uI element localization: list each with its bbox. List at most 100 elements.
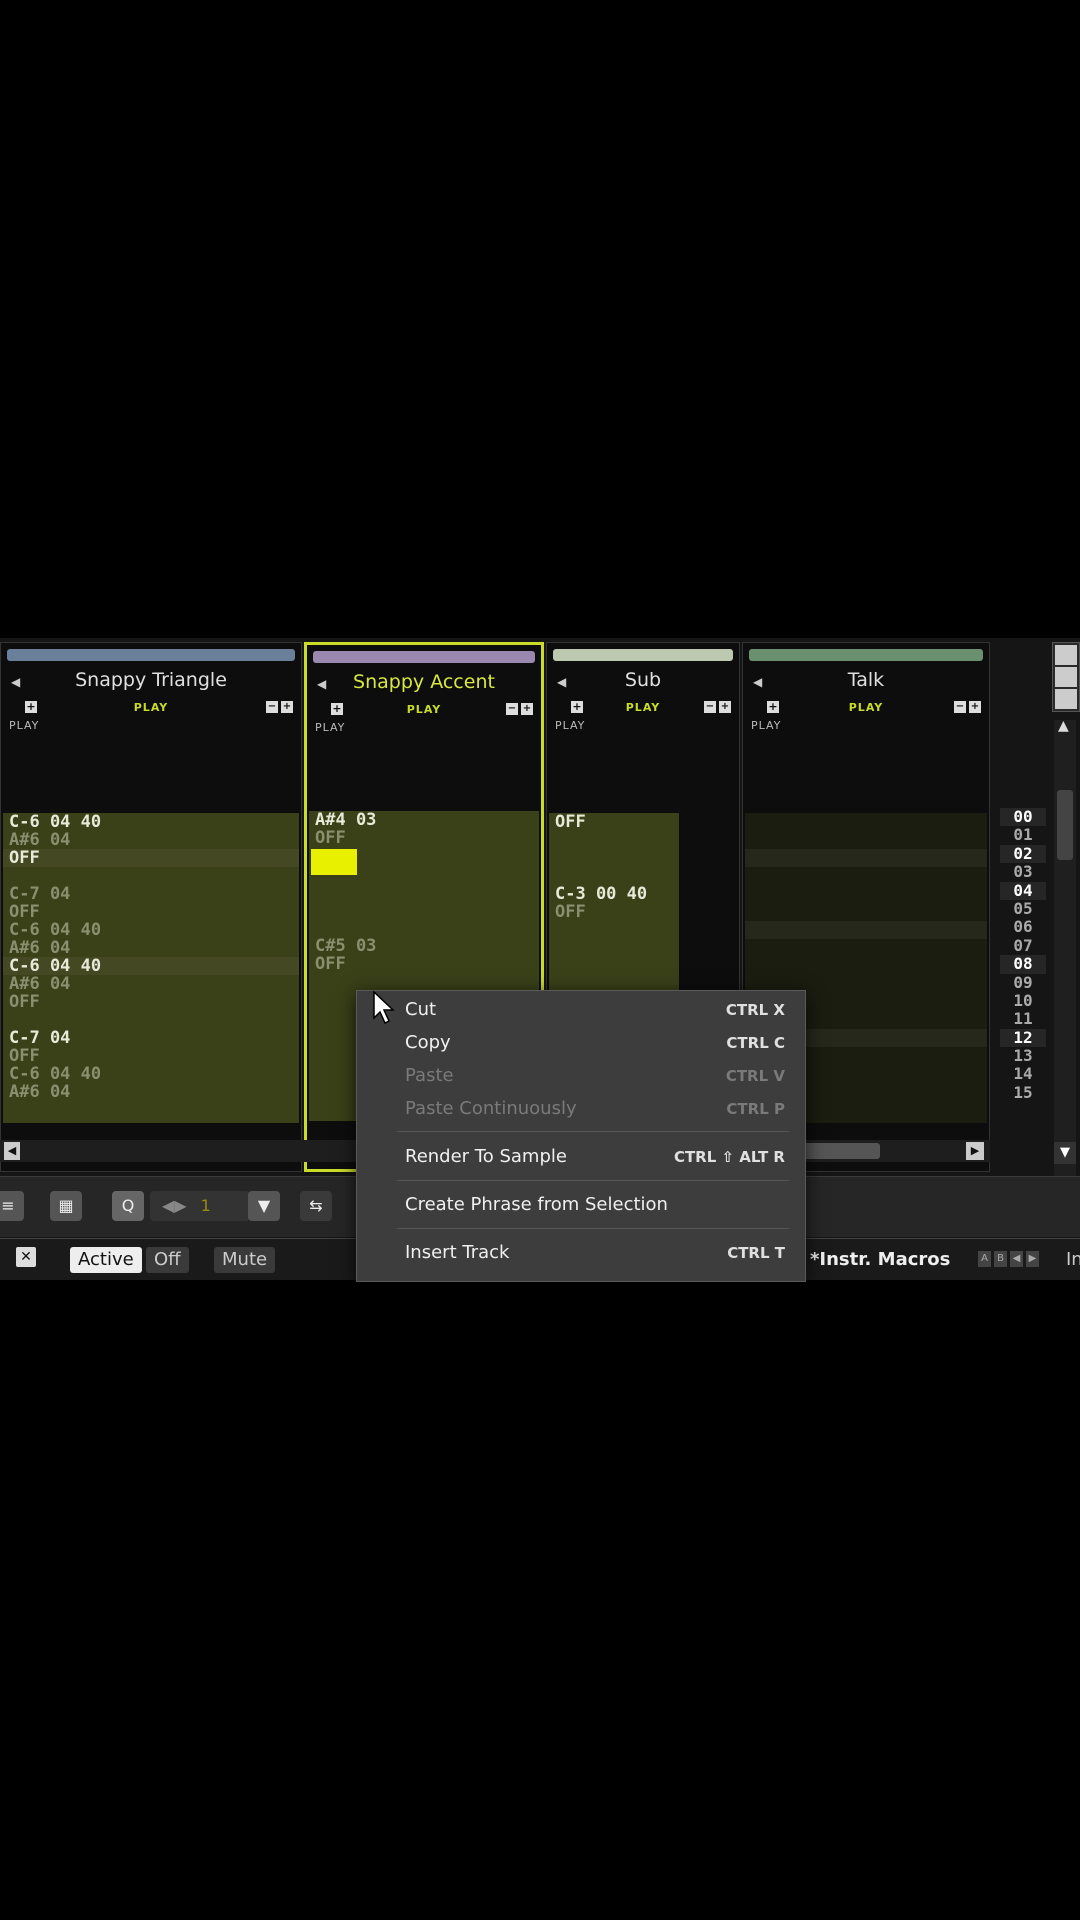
mute-toggle[interactable]: Mute (214, 1247, 276, 1273)
track-column-snappy-triangle[interactable]: ◀ Snappy Triangle + PLAY − + PLAY C-6 04… (0, 642, 302, 1172)
remove-column-button[interactable]: − (266, 701, 278, 713)
menu-item-create-phrase[interactable]: Create Phrase from Selection (357, 1190, 805, 1222)
instrument-macros-label[interactable]: *Instr. Macros (810, 1249, 950, 1270)
line-number: 14 (1013, 1064, 1033, 1084)
edit-step-field[interactable]: ◀▶ 1 (150, 1191, 250, 1221)
pattern-row[interactable]: OFF (3, 993, 299, 1011)
pattern-row[interactable]: C-6 04 40 (3, 921, 299, 939)
pattern-row[interactable]: C#5 03 (309, 937, 539, 955)
scroll-thumb[interactable] (800, 1143, 880, 1159)
pattern-row[interactable]: A#6 04 (3, 975, 299, 993)
scroll-thumb[interactable] (1057, 790, 1073, 860)
macro-button[interactable]: B (994, 1251, 1007, 1267)
pattern-row[interactable]: OFF (3, 903, 299, 921)
pattern-row[interactable]: C-6 04 40 (3, 957, 299, 975)
scroll-left-icon[interactable]: ◀ (4, 1142, 20, 1160)
menu-item-insert-track[interactable]: Insert Track CTRL T (357, 1238, 805, 1270)
pattern-row[interactable]: A#6 04 (3, 939, 299, 957)
line-number: 01 (1013, 825, 1033, 845)
line-number: 08 (1000, 954, 1046, 974)
line-number: 02 (1000, 844, 1046, 864)
scroll-up-icon[interactable]: ▲ (1058, 718, 1069, 734)
close-icon[interactable]: ✕ (16, 1247, 36, 1267)
play-indicator: PLAY (133, 701, 169, 714)
arrow-right-icon[interactable]: ▶ (1026, 1251, 1039, 1267)
panel-toggle-icon[interactable]: ≡ (0, 1191, 24, 1221)
menu-item-label: Render To Sample (405, 1146, 567, 1167)
menu-item-shortcut: CTRL T (727, 1244, 785, 1262)
pattern-row[interactable]: C-7 04 (3, 885, 299, 903)
add-column-button[interactable]: + (281, 701, 293, 713)
column-buttons: − + (704, 701, 731, 713)
pattern-row[interactable]: A#6 04 (3, 1083, 299, 1101)
pattern-row[interactable]: OFF (549, 903, 679, 921)
menu-item-shortcut: CTRL ⇧ ALT R (673, 1148, 785, 1166)
dropdown-icon[interactable]: ▼ (248, 1191, 280, 1221)
line-numbers: 00 01 02 03 04 05 06 07 08 09 10 11 12 1… (1000, 807, 1046, 1102)
line-number: 05 (1013, 898, 1033, 918)
view-mode-button[interactable] (1055, 645, 1077, 665)
macro-button[interactable]: A (978, 1251, 991, 1267)
pattern-row[interactable] (745, 921, 987, 939)
view-mode-button[interactable] (1055, 667, 1077, 687)
pattern-row[interactable]: A#4 03 (309, 811, 539, 829)
add-column-button[interactable]: + (521, 703, 533, 715)
pattern-row[interactable]: C-6 04 40 (3, 1065, 299, 1083)
follow-icon[interactable]: ⇆ (300, 1191, 332, 1221)
track-color-bar (553, 649, 733, 661)
off-toggle[interactable]: Off (146, 1247, 189, 1273)
grid-icon[interactable]: ▦ (50, 1191, 82, 1221)
remove-column-button[interactable]: − (704, 701, 716, 713)
track-name[interactable]: Snappy Triangle (1, 669, 301, 691)
menu-item-cut[interactable]: Cut CTRL X (357, 995, 805, 1027)
column-buttons: − + (266, 701, 293, 713)
scroll-right-icon[interactable]: ▶ (966, 1142, 984, 1160)
menu-item-shortcut: CTRL X (725, 1001, 785, 1019)
menu-item-copy[interactable]: Copy CTRL C (357, 1028, 805, 1060)
scroll-down-icon[interactable]: ▼ (1054, 1142, 1076, 1164)
context-menu: Cut CTRL X Copy CTRL C Paste CTRL V Past… (356, 990, 806, 1282)
pattern-row[interactable]: OFF (309, 955, 539, 973)
menu-item-label: Insert Track (405, 1242, 510, 1263)
edit-step-value: 1 (200, 1196, 211, 1215)
pattern-row[interactable]: C-7 04 (3, 1029, 299, 1047)
menu-item-render-to-sample[interactable]: Render To Sample CTRL ⇧ ALT R (357, 1142, 805, 1174)
arrow-left-icon[interactable]: ◀ (1010, 1251, 1023, 1267)
line-number: 10 (1013, 990, 1033, 1010)
track-name[interactable]: Snappy Accent (307, 671, 541, 693)
line-number: 06 (1013, 917, 1033, 937)
line-number: 11 (1013, 1009, 1033, 1029)
add-column-button[interactable]: + (719, 701, 731, 713)
menu-item-paste[interactable]: Paste CTRL V (357, 1061, 805, 1093)
track-name[interactable]: Sub (547, 669, 739, 691)
pattern-row[interactable]: OFF (549, 813, 679, 831)
pattern-row[interactable]: OFF (3, 849, 299, 867)
edit-cursor[interactable] (311, 849, 357, 875)
menu-item-shortcut: CTRL V (725, 1067, 785, 1085)
view-mode-button[interactable] (1055, 689, 1077, 709)
pattern-row[interactable]: OFF (3, 1047, 299, 1065)
play-indicator: PLAY (848, 701, 884, 714)
menu-item-paste-continuously[interactable]: Paste Continuously CTRL P (357, 1094, 805, 1126)
column-buttons: − + (506, 703, 533, 715)
vertical-scrollbar[interactable] (1054, 720, 1076, 1210)
remove-column-button[interactable]: − (954, 701, 966, 713)
menu-item-label: Copy (405, 1032, 451, 1053)
menu-item-label: Create Phrase from Selection (405, 1194, 668, 1215)
pattern-row[interactable]: C-6 04 40 (3, 813, 299, 831)
pattern-cells[interactable]: C-6 04 40 A#6 04 OFF C-7 04 OFF C-6 04 4… (3, 813, 299, 1123)
quantize-button[interactable]: Q (112, 1191, 144, 1221)
menu-item-label: Cut (405, 999, 437, 1020)
pattern-row[interactable]: C-3 00 40 (549, 885, 679, 903)
active-toggle[interactable]: Active (70, 1247, 142, 1273)
menu-item-shortcut: CTRL P (726, 1100, 785, 1118)
pattern-row[interactable]: OFF (309, 829, 539, 847)
pattern-row[interactable]: A#6 04 (3, 831, 299, 849)
track-name[interactable]: Talk (743, 669, 989, 691)
pattern-row[interactable] (745, 849, 987, 867)
remove-column-button[interactable]: − (506, 703, 518, 715)
menu-separator (397, 1131, 789, 1132)
track-color-bar (313, 651, 535, 663)
add-column-button[interactable]: + (969, 701, 981, 713)
menu-item-shortcut: CTRL C (726, 1034, 785, 1052)
